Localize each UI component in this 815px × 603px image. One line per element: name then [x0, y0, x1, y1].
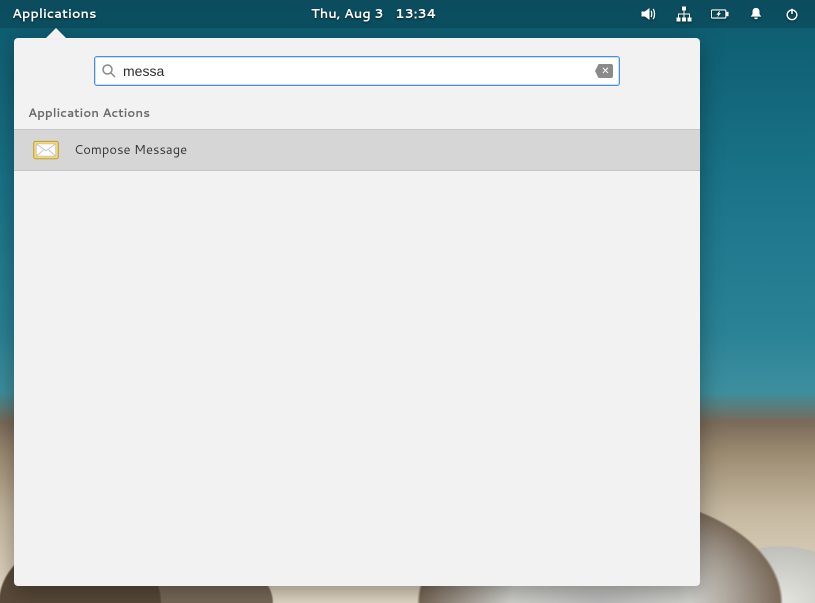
clear-search-button[interactable]: ✕ — [595, 64, 613, 78]
system-tray — [639, 5, 815, 23]
result-item-compose-message[interactable]: Compose Message — [14, 129, 700, 171]
mail-icon — [32, 136, 60, 164]
clock-time: 13:34 — [395, 5, 436, 23]
clock-date: Thu, Aug 3 — [311, 5, 384, 23]
search-icon — [101, 63, 117, 79]
applications-menu-button[interactable]: Applications — [0, 5, 108, 23]
notification-icon[interactable] — [747, 5, 765, 23]
volume-icon[interactable] — [639, 5, 657, 23]
network-icon[interactable] — [675, 5, 693, 23]
power-icon[interactable] — [783, 5, 801, 23]
clock[interactable]: Thu, Aug 3 13:34 — [108, 5, 639, 23]
search-input[interactable] — [123, 63, 595, 79]
top-bar: Applications Thu, Aug 3 13:34 — [0, 0, 815, 28]
results-section-header: Application Actions — [14, 98, 700, 129]
search-box[interactable]: ✕ — [94, 56, 620, 86]
applications-dropdown: ✕ Application Actions Compose Message — [14, 38, 700, 586]
battery-icon[interactable] — [711, 5, 729, 23]
result-item-label: Compose Message — [74, 141, 187, 159]
dropdown-arrow — [46, 28, 66, 38]
